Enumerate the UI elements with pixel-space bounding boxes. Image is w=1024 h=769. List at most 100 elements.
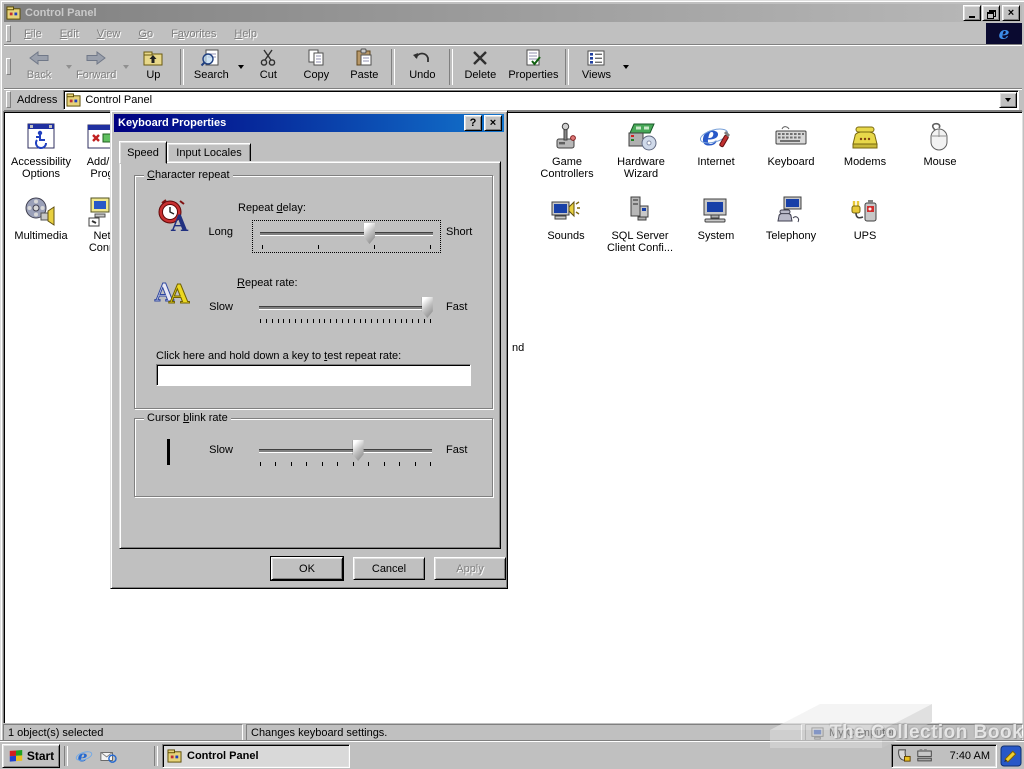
menu-favorites[interactable]: Favorites <box>162 26 225 42</box>
restore-icon <box>987 9 996 19</box>
apply-button[interactable]: Apply <box>434 557 506 580</box>
up-button[interactable]: Up <box>129 46 177 87</box>
desktop-icon-sounds[interactable]: Sounds <box>531 194 601 242</box>
cursor-blink-slider[interactable] <box>259 438 432 468</box>
tick <box>377 319 379 323</box>
desktop-icon-telephony[interactable]: Telephony <box>756 194 826 242</box>
repeat-rate-slider[interactable] <box>259 295 433 325</box>
start-button[interactable]: Start <box>2 743 60 768</box>
desktop-icon-modems[interactable]: Modems <box>830 120 900 168</box>
system-icon <box>699 194 733 228</box>
tick <box>324 319 326 323</box>
tick <box>262 245 263 249</box>
system-tray: 7:40 AM <box>891 743 997 768</box>
undo-button[interactable]: Undo <box>398 46 446 87</box>
desktop-icon-mouse[interactable]: Mouse <box>905 120 975 168</box>
back-button[interactable]: Back <box>15 46 63 87</box>
desktop-icon-game-controllers[interactable]: Game Controllers <box>532 120 602 180</box>
desktop-icon-sql-server-client[interactable]: SQL Server Client Confi... <box>605 194 675 254</box>
dialog-help-button[interactable]: ? <box>464 115 482 131</box>
repeat-rate-thumb[interactable] <box>421 297 433 318</box>
menubar-grip[interactable] <box>6 25 11 42</box>
menu-go[interactable]: Go <box>129 26 162 42</box>
tab-speed[interactable]: Speed <box>119 141 167 164</box>
forward-button[interactable]: Forward <box>72 46 120 87</box>
repeat-delay-min-label: Long <box>208 226 233 238</box>
minimize-button[interactable] <box>963 5 981 21</box>
mouse-icon <box>923 120 957 154</box>
restore-button[interactable] <box>982 5 1000 21</box>
tab-input-locales[interactable]: Input Locales <box>167 143 251 163</box>
status-hint: Changes keyboard settings. <box>246 724 802 742</box>
desktop-icon-accessibility-options[interactable]: Accessibility Options <box>6 120 76 180</box>
desktop-icon-keyboard[interactable]: Keyboard <box>756 120 826 168</box>
address-folder-icon <box>66 92 81 107</box>
paste-button[interactable]: Paste <box>340 46 388 87</box>
cursor-blink-groove[interactable] <box>259 440 432 461</box>
character-repeat-label: Character repeat <box>144 169 233 181</box>
collection-logo-icon <box>1000 745 1022 767</box>
taskbar-separator <box>64 745 68 766</box>
desktop-icon-hardware-wizard[interactable]: Hardware Wizard <box>606 120 676 180</box>
tick <box>265 319 267 323</box>
menu-file[interactable]: File <box>15 26 51 42</box>
repeat-delay-slider[interactable] <box>252 220 441 253</box>
sounds-icon <box>549 194 583 228</box>
repeat-delay-thumb[interactable] <box>363 223 375 244</box>
tick <box>318 245 319 249</box>
search-button[interactable]: Search <box>187 46 235 87</box>
properties-button[interactable]: Properties <box>504 46 562 87</box>
ok-button[interactable]: OK <box>271 557 343 580</box>
close-button[interactable]: × <box>1002 5 1020 21</box>
desktop-icon-internet[interactable]: e Internet <box>681 120 751 168</box>
quicklaunch-ie-icon[interactable]: e <box>74 746 94 766</box>
menu-view[interactable]: View <box>88 26 130 42</box>
tray-pccard-icon[interactable] <box>916 748 934 763</box>
task-button-control-panel[interactable]: Control Panel <box>162 743 350 768</box>
desktop-icon-ups[interactable]: UPS <box>830 194 900 242</box>
clipped-icon-label-fragment: nd <box>512 342 525 354</box>
address-input[interactable]: Control Panel <box>63 89 1019 110</box>
cancel-button[interactable]: Cancel <box>353 557 425 580</box>
tick <box>368 462 370 466</box>
menu-edit[interactable]: Edit <box>51 26 88 42</box>
tick <box>306 319 308 323</box>
repeat-rate-max-label: Fast <box>446 301 468 313</box>
repeat-delay-groove[interactable] <box>260 223 433 244</box>
screen: Control Panel × File Edit View Go Favori… <box>0 0 1024 769</box>
repeat-rate-groove[interactable] <box>259 297 433 318</box>
copy-button[interactable]: Copy <box>292 46 340 87</box>
properties-icon <box>523 47 543 68</box>
status-bar: 1 object(s) selected Changes keyboard se… <box>3 723 1023 742</box>
delete-button[interactable]: Delete <box>456 46 504 87</box>
tray-mouse-icon[interactable] <box>896 748 913 763</box>
repeat-rate-min-label: Slow <box>209 301 233 313</box>
tick <box>260 462 261 466</box>
quicklaunch-outlook-express-icon[interactable] <box>98 746 118 766</box>
svg-text:e: e <box>702 121 719 152</box>
status-zone: My Computer <box>805 724 1023 742</box>
desktop-icon-system[interactable]: System <box>681 194 751 242</box>
control-panel-icon <box>6 6 21 20</box>
tick <box>289 319 291 323</box>
tick <box>400 319 402 323</box>
cursor-blink-group: Cursor blink rate Slow Fast <box>134 412 493 497</box>
views-button[interactable]: Views <box>572 46 620 87</box>
svg-text:e: e <box>78 747 88 765</box>
tray-clock[interactable]: 7:40 AM <box>950 750 990 762</box>
views-dropdown-arrow[interactable] <box>623 64 630 69</box>
menu-help[interactable]: Help <box>225 26 266 42</box>
addressbar-grip[interactable] <box>6 91 11 108</box>
tick <box>388 319 390 323</box>
desktop-icon-multimedia[interactable]: Multimedia <box>6 194 76 242</box>
tick <box>342 319 344 323</box>
cursor-blink-thumb[interactable] <box>352 440 364 461</box>
cut-button[interactable]: Cut <box>244 46 292 87</box>
dialog-close-button[interactable]: × <box>484 115 502 131</box>
test-repeat-input[interactable] <box>156 364 471 386</box>
tick <box>352 462 354 466</box>
cursor-blink-min-label: Slow <box>209 444 233 456</box>
tick <box>321 462 323 466</box>
address-dropdown-button[interactable] <box>999 91 1017 108</box>
toolbar-grip[interactable] <box>6 58 11 75</box>
